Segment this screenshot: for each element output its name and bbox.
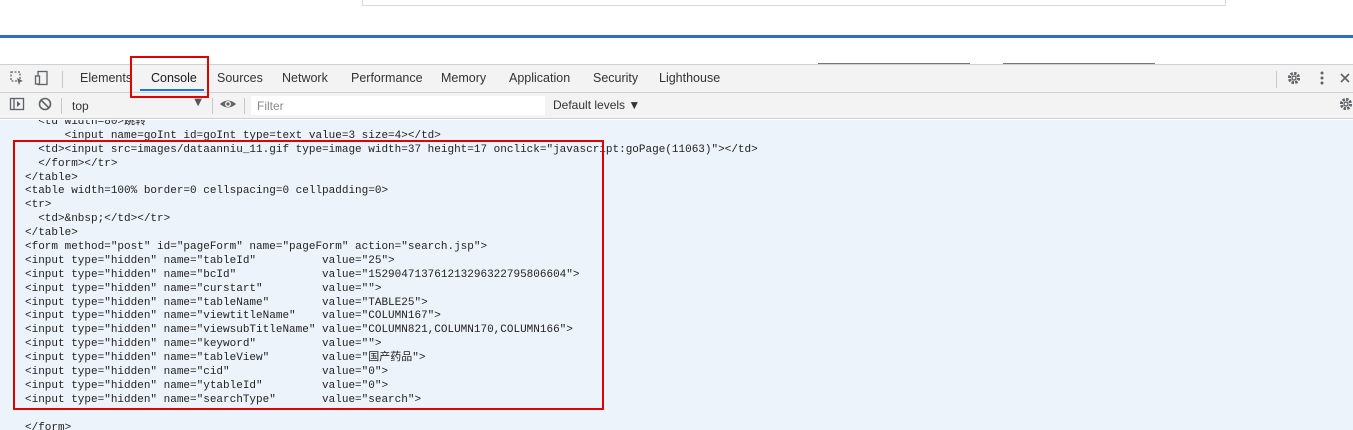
page-divider bbox=[0, 35, 1353, 38]
toolbar-separator bbox=[61, 98, 62, 114]
tab-memory[interactable]: Memory bbox=[431, 65, 496, 93]
tab-performance[interactable]: Performance bbox=[341, 65, 433, 93]
toolbar-separator bbox=[62, 71, 63, 88]
console-line: </table> bbox=[25, 171, 78, 184]
console-toolbar: top ▼ Default levels ▼ bbox=[0, 93, 1353, 119]
console-line: <table width=100% border=0 cellspacing=0… bbox=[25, 185, 389, 198]
console-log-message: <td width=80>跳转 <input name=goInt id=goI… bbox=[25, 120, 758, 430]
toolbar-separator bbox=[212, 98, 213, 114]
toolbar-separator bbox=[1276, 71, 1277, 88]
tab-network[interactable]: Network bbox=[272, 65, 338, 93]
console-line: <input type="hidden" name="curstart" val… bbox=[25, 282, 382, 295]
context-selector[interactable]: top ▼ bbox=[66, 96, 208, 115]
console-line: <input type="hidden" name="viewtitleName… bbox=[25, 310, 441, 323]
console-line: <input type="hidden" name="tableId" valu… bbox=[25, 254, 395, 267]
console-line: <input type="hidden" name="viewsubTitleN… bbox=[25, 324, 573, 337]
console-line: <input name=goInt id=goInt type=text val… bbox=[25, 129, 441, 142]
active-tab-indicator bbox=[140, 89, 204, 91]
close-icon[interactable] bbox=[1338, 70, 1352, 88]
toolbar-separator bbox=[244, 98, 245, 114]
console-line: <form method="post" id="pageForm" name="… bbox=[25, 241, 488, 254]
console-line: <input type="hidden" name="keyword" valu… bbox=[25, 338, 382, 351]
webpage-area bbox=[0, 0, 1353, 36]
console-line: </form></tr> bbox=[25, 157, 118, 170]
device-toolbar-icon[interactable] bbox=[33, 70, 51, 88]
log-levels-dropdown[interactable]: Default levels ▼ bbox=[553, 98, 640, 112]
console-line: </form> bbox=[25, 421, 72, 430]
console-line: <input type="hidden" name="ytableId" val… bbox=[25, 379, 389, 392]
more-vertical-icon[interactable] bbox=[1313, 70, 1331, 88]
console-line: </table> bbox=[25, 227, 78, 240]
tab-lighthouse[interactable]: Lighthouse bbox=[649, 65, 730, 93]
gear-icon[interactable] bbox=[1337, 96, 1353, 114]
console-line: <input type="hidden" name="searchType" v… bbox=[25, 393, 422, 406]
eye-icon[interactable] bbox=[219, 96, 237, 114]
console-line: <input type="hidden" name="bcId" value="… bbox=[25, 268, 580, 281]
console-filter-input[interactable] bbox=[251, 96, 545, 115]
chevron-down-icon: ▼ bbox=[194, 97, 202, 108]
console-line: <td>&nbsp;</td></tr> bbox=[25, 213, 171, 226]
context-selector-value: top bbox=[72, 99, 89, 113]
console-line: <input type="hidden" name="cid" value="0… bbox=[25, 366, 389, 379]
tab-application[interactable]: Application bbox=[499, 65, 580, 93]
console-line: <input type="hidden" name="tableName" va… bbox=[25, 296, 428, 309]
tab-sources[interactable]: Sources bbox=[207, 65, 273, 93]
sidebar-toggle-icon[interactable] bbox=[8, 96, 26, 114]
console-line: <td width=80>跳转 bbox=[25, 120, 147, 128]
clear-console-icon[interactable] bbox=[36, 96, 54, 114]
console-line: <tr> bbox=[25, 199, 52, 212]
inspect-element-icon[interactable] bbox=[8, 70, 26, 88]
tab-elements[interactable]: Elements bbox=[70, 65, 142, 93]
webpage-content-box bbox=[362, 0, 1226, 6]
console-line: <td><input src=images/dataanniu_11.gif t… bbox=[25, 143, 758, 156]
console-output[interactable]: <td width=80>跳转 <input name=goInt id=goI… bbox=[0, 120, 1353, 430]
gear-icon[interactable] bbox=[1285, 70, 1303, 88]
console-line: <input type="hidden" name="tableView" va… bbox=[25, 352, 426, 365]
tab-security[interactable]: Security bbox=[583, 65, 648, 93]
